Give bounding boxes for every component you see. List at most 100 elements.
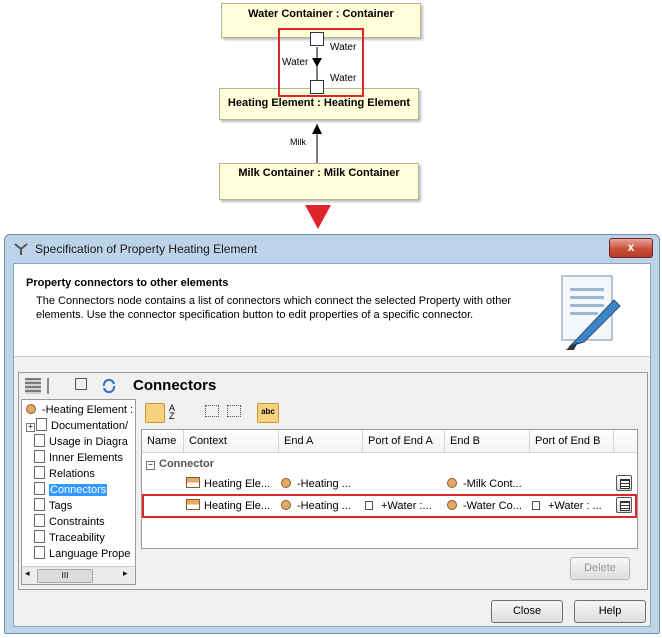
tree-item-relations[interactable]: Relations bbox=[34, 466, 95, 482]
specification-window: Specification of Property Heating Elemen… bbox=[4, 234, 660, 634]
close-button[interactable]: Close bbox=[491, 600, 563, 623]
table-icon bbox=[620, 479, 630, 489]
navigation-tree: -Heating Element : H + Documentation/Usag… bbox=[21, 399, 136, 585]
cell-end-a: -Heating ... bbox=[281, 474, 363, 494]
collapse-icon[interactable]: − bbox=[146, 461, 155, 470]
tree-item-documentation[interactable]: + Documentation/ bbox=[26, 418, 128, 434]
tree-item-traceability[interactable]: Traceability bbox=[34, 530, 105, 546]
specification-button[interactable] bbox=[616, 475, 632, 491]
tree-item-label: Tags bbox=[49, 500, 73, 512]
tree-item-label: Documentation/ bbox=[51, 420, 129, 432]
tree-item-tags[interactable]: Tags bbox=[34, 498, 72, 514]
tree-hscrollbar[interactable]: ◂ III ▸ bbox=[22, 566, 135, 584]
tree-view-icon[interactable] bbox=[47, 378, 63, 394]
collapse-all-icon[interactable] bbox=[227, 405, 241, 417]
tree-item-usage-in-diagra[interactable]: Usage in Diagra bbox=[34, 434, 128, 450]
group-row[interactable]: − Connector bbox=[146, 456, 214, 472]
document-icon bbox=[34, 466, 45, 479]
column-header-end-b[interactable]: End B bbox=[445, 430, 530, 452]
table-row[interactable]: Heating Ele... -Heating ... -Milk Cont... bbox=[142, 474, 637, 494]
panel-title: Connectors bbox=[133, 377, 217, 394]
sort-az-icon[interactable]: AZ bbox=[169, 404, 175, 421]
cell-port-b bbox=[532, 474, 614, 494]
port-top-label: Water bbox=[330, 42, 357, 53]
tree-item-label: Relations bbox=[49, 468, 95, 480]
connector-icon bbox=[186, 477, 200, 488]
scroll-thumb[interactable]: III bbox=[37, 569, 93, 583]
column-header-port-of-end-a[interactable]: Port of End A bbox=[363, 430, 445, 452]
cell-port-a bbox=[365, 474, 445, 494]
diagram-connectors bbox=[278, 28, 364, 229]
water-port-top[interactable] bbox=[310, 32, 324, 46]
tree-item-label: Connectors bbox=[49, 484, 108, 496]
window-close-button[interactable]: x bbox=[609, 238, 653, 258]
cell-end-a: -Heating ... bbox=[281, 496, 363, 516]
port-icon bbox=[365, 501, 373, 510]
column-header-end-a[interactable]: End A bbox=[279, 430, 363, 452]
cell-port-b: +Water : ... bbox=[532, 496, 614, 516]
column-header-context[interactable]: Context bbox=[184, 430, 279, 452]
water-port-bottom[interactable] bbox=[310, 80, 324, 94]
refresh-icon[interactable] bbox=[101, 378, 117, 394]
scroll-right-icon[interactable]: ▸ bbox=[123, 568, 128, 579]
grid-icon[interactable] bbox=[25, 378, 41, 394]
column-header-name[interactable]: Name bbox=[142, 430, 184, 452]
tree-item-constraints[interactable]: Constraints bbox=[34, 514, 105, 530]
cell-text: +Water :... bbox=[381, 500, 432, 512]
table-header: Name Context End A Port of End A End B Port o… bbox=[142, 430, 637, 453]
connectors-table: Name Context End A Port of End A End B Port o… bbox=[141, 429, 638, 549]
property-icon bbox=[281, 500, 291, 510]
cell-text: +Water : ... bbox=[548, 500, 602, 512]
tree-root[interactable]: -Heating Element : H bbox=[26, 402, 135, 418]
tree-item-inner-elements[interactable]: Inner Elements bbox=[34, 450, 123, 466]
property-icon bbox=[447, 500, 457, 510]
cell-context: Heating Ele... bbox=[186, 474, 279, 494]
document-icon bbox=[34, 498, 45, 511]
expand-icon[interactable]: + bbox=[26, 423, 35, 432]
down-arrow-icon bbox=[305, 205, 331, 229]
document-icon bbox=[36, 418, 47, 431]
tree-item-label: Language Prope bbox=[49, 548, 131, 560]
document-icon bbox=[34, 450, 45, 463]
port-icon bbox=[532, 501, 540, 510]
document-icon bbox=[34, 434, 45, 447]
table-row[interactable]: Heating Ele... -Heating ... +Water :... -Wa… bbox=[142, 496, 637, 516]
cell-port-a: +Water :... bbox=[365, 496, 445, 516]
milk-connector-arrow bbox=[312, 124, 322, 134]
property-icon bbox=[447, 478, 457, 488]
tree-item-language-prope[interactable]: Language Prope bbox=[34, 546, 130, 562]
cell-text: -Heating ... bbox=[297, 478, 351, 490]
port-bottom-label: Water bbox=[330, 73, 357, 84]
connector-icon bbox=[186, 499, 200, 510]
help-button[interactable]: Help bbox=[574, 600, 646, 623]
cell-text: Heating Ele... bbox=[204, 500, 271, 512]
cell-text: Heating Ele... bbox=[204, 478, 271, 490]
cell-end-b: -Water Co... bbox=[447, 496, 530, 516]
app-icon bbox=[14, 243, 28, 255]
tree-item-label: Inner Elements bbox=[49, 452, 123, 464]
tree-item-label: Constraints bbox=[49, 516, 105, 528]
group-by-icon[interactable] bbox=[145, 403, 165, 423]
document-icon bbox=[34, 530, 45, 543]
table-icon bbox=[620, 501, 630, 511]
tree-item-connectors[interactable]: Connectors bbox=[34, 482, 108, 498]
tree-item-label: Usage in Diagra bbox=[49, 436, 128, 448]
cell-context: Heating Ele... bbox=[186, 496, 279, 516]
dialog-header: Property connectors to other elements Th… bbox=[14, 264, 650, 357]
header-description: The Connectors node contains a list of c… bbox=[36, 295, 512, 321]
abc-icon[interactable]: abc bbox=[257, 403, 279, 423]
cell-text: -Water Co... bbox=[463, 500, 522, 512]
column-header-port-of-end-b[interactable]: Port of End B bbox=[530, 430, 614, 452]
scroll-left-icon[interactable]: ◂ bbox=[25, 568, 30, 579]
connector-label: Water bbox=[282, 57, 309, 68]
document-icon bbox=[34, 546, 45, 559]
delete-button[interactable]: Delete bbox=[570, 557, 630, 580]
cell-text: -Heating ... bbox=[297, 500, 351, 512]
window-title: Specification of Property Heating Elemen… bbox=[35, 242, 258, 256]
tree-item-label: Traceability bbox=[49, 532, 105, 544]
property-icon bbox=[281, 478, 291, 488]
copy-icon[interactable] bbox=[75, 378, 87, 390]
specification-button[interactable] bbox=[616, 497, 632, 513]
expand-all-icon[interactable] bbox=[205, 405, 219, 417]
property-icon bbox=[26, 404, 36, 414]
